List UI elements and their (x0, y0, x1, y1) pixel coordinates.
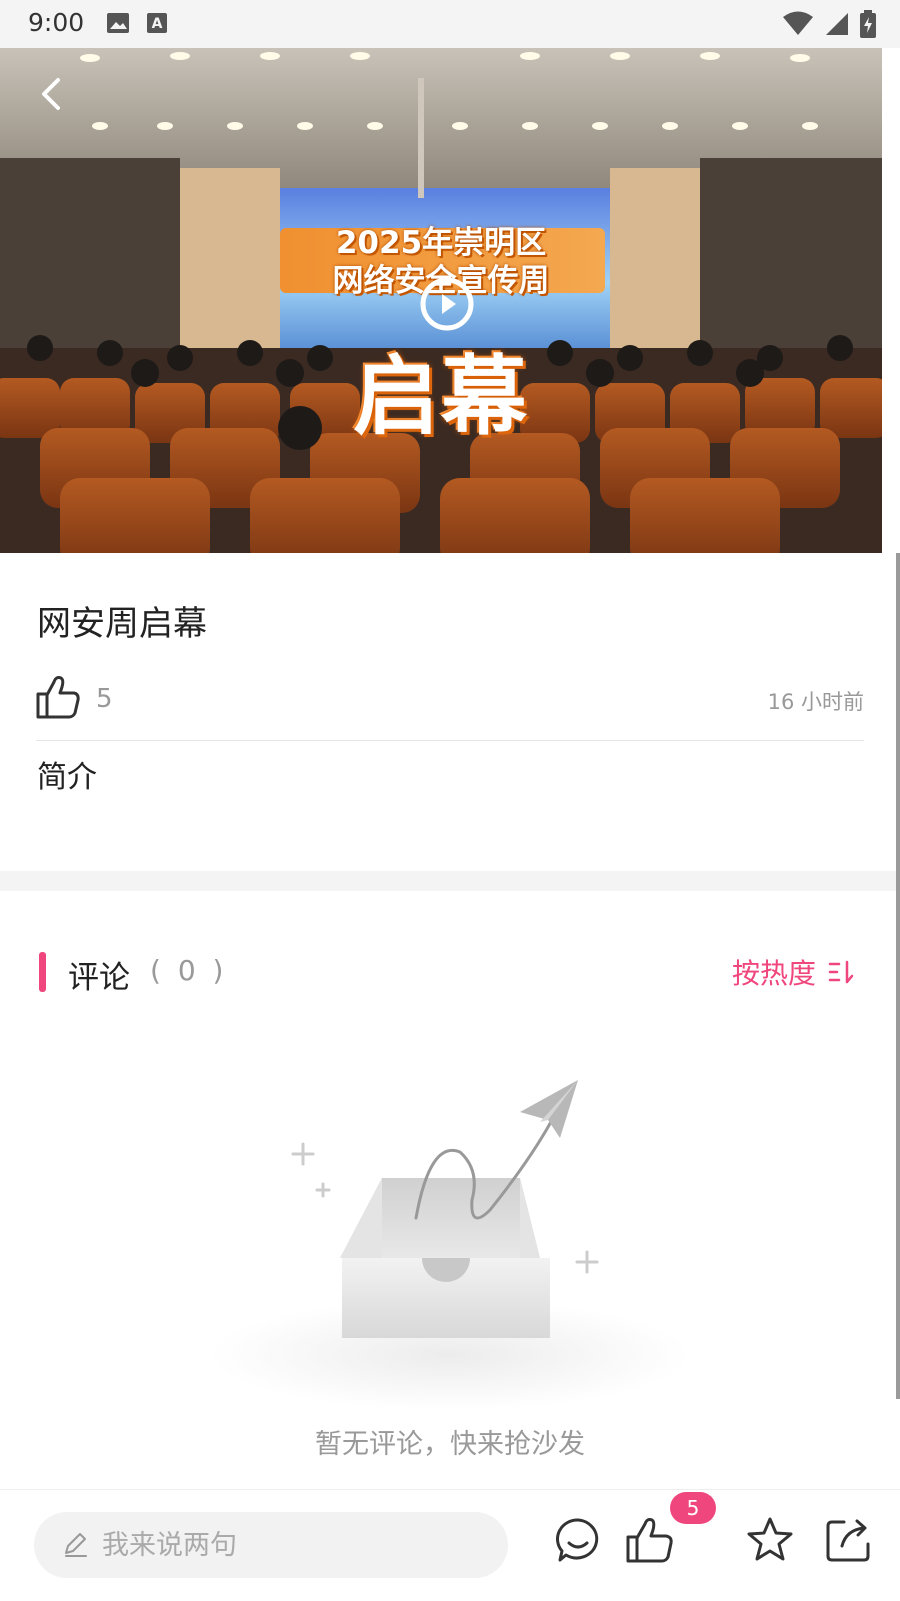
play-icon[interactable] (416, 273, 478, 335)
image-icon (107, 13, 129, 33)
comment-input-box[interactable] (34, 1512, 508, 1578)
sort-icon (828, 960, 854, 984)
pen-icon (65, 1533, 87, 1557)
comments-label: 评论 (68, 960, 130, 996)
thumb-up-icon[interactable] (36, 674, 80, 720)
divider (36, 740, 864, 741)
star-icon[interactable] (746, 1516, 794, 1564)
comments-count: ( 0 ) (150, 954, 228, 987)
sort-by-popularity-button[interactable]: 按热度 (732, 952, 854, 992)
accent-bar (39, 952, 46, 992)
battery-icon (860, 10, 876, 38)
text-a-icon: A (147, 13, 167, 33)
signal-icon (826, 13, 848, 35)
like-row: 5 16 小时前 (36, 674, 864, 724)
status-time: 9:00 (28, 8, 85, 37)
svg-text:A: A (152, 16, 163, 32)
status-bar: 9:00 A (0, 0, 900, 48)
thumb-up-icon[interactable] (626, 1516, 674, 1564)
empty-box-illustration (210, 1080, 690, 1410)
wifi-icon (783, 11, 813, 35)
section-separator (0, 871, 896, 891)
screen-title: 启幕 (353, 347, 529, 447)
comment-input[interactable] (100, 1528, 484, 1562)
empty-comments-text: 暂无评论，快来抢沙发 (315, 1429, 585, 1460)
back-arrow-icon[interactable] (30, 72, 74, 116)
like-count: 5 (96, 684, 113, 714)
screen-line1: 2025年崇明区 (335, 225, 547, 261)
comment-icon[interactable] (554, 1516, 602, 1564)
comments-header: 评论 ( 0 ) 按热度 (0, 950, 896, 996)
sort-label: 按热度 (731, 957, 816, 990)
video-player[interactable]: 2025年崇明区 网络安全宣传周 启幕 (0, 48, 882, 553)
post-title: 网安周启幕 (37, 604, 207, 644)
intro-label: 简介 (37, 760, 97, 795)
share-icon[interactable] (824, 1516, 872, 1564)
scrollbar[interactable] (896, 553, 900, 1399)
timestamp: 16 小时前 (767, 690, 864, 714)
bottom-action-bar: 5 (0, 1489, 900, 1601)
like-count-badge: 5 (670, 1492, 716, 1524)
